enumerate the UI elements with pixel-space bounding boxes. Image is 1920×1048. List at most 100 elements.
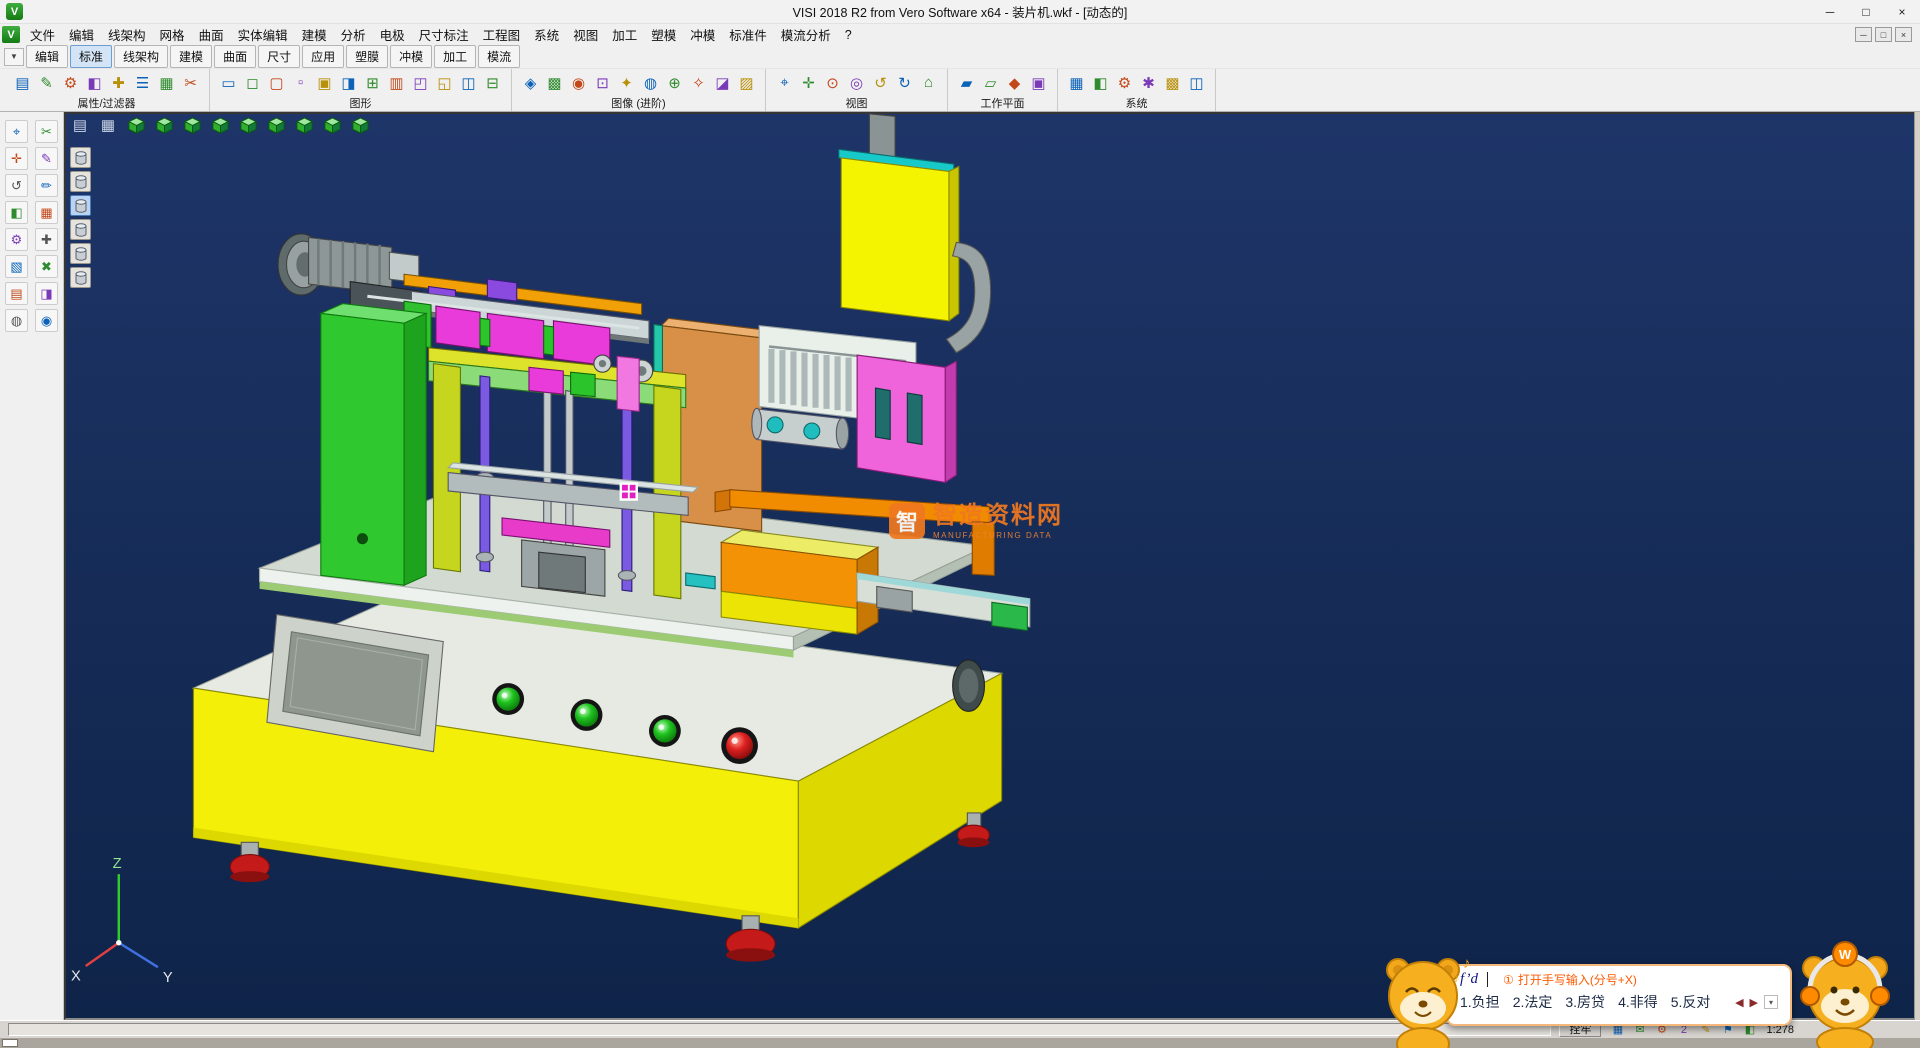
toolbar-icon-button[interactable]: ⊙: [821, 71, 844, 94]
menu-item[interactable]: 分析: [334, 23, 373, 46]
layer-stack-icon[interactable]: [70, 219, 91, 240]
toolbar-icon-button[interactable]: ◪: [711, 71, 734, 94]
menu-item[interactable]: 网格: [153, 23, 192, 46]
ribbon-tab[interactable]: 建模: [170, 45, 212, 68]
view-cube-icon[interactable]: [264, 114, 288, 136]
toolbar-icon-button[interactable]: ✂: [179, 71, 202, 94]
layer-stack-icon[interactable]: [70, 147, 91, 168]
menu-item[interactable]: 建模: [295, 23, 334, 46]
ime-candidate[interactable]: 2.法定: [1513, 992, 1553, 1012]
left-tool-icon-button[interactable]: ✚: [35, 228, 58, 251]
ribbon-tab[interactable]: 标准: [70, 45, 112, 68]
menu-item[interactable]: 模流分析: [774, 23, 838, 46]
menu-item[interactable]: 系统: [527, 23, 566, 46]
viewport-3d[interactable]: [64, 112, 1920, 1020]
left-tool-icon-button[interactable]: ↺: [5, 174, 28, 197]
ime-candidate[interactable]: 3.房贷: [1565, 992, 1605, 1012]
menu-item[interactable]: 文件: [23, 23, 62, 46]
toolbar-icon-button[interactable]: ◉: [567, 71, 590, 94]
toolbar-icon-button[interactable]: ◈: [519, 71, 542, 94]
ribbon-tab[interactable]: 冲模: [390, 45, 432, 68]
view-cube-icon[interactable]: [236, 114, 260, 136]
toolbar-icon-button[interactable]: ◫: [1185, 71, 1208, 94]
toolbar-icon-button[interactable]: ⚙: [1113, 71, 1136, 94]
left-tool-icon-button[interactable]: ◉: [35, 309, 58, 332]
left-tool-icon-button[interactable]: ⚙: [5, 228, 28, 251]
toolbar-icon-button[interactable]: ◫: [457, 71, 480, 94]
toolbar-icon-button[interactable]: ▰: [955, 71, 978, 94]
toolbar-icon-button[interactable]: ✱: [1137, 71, 1160, 94]
menu-item[interactable]: 编辑: [62, 23, 101, 46]
menu-item[interactable]: 冲模: [683, 23, 722, 46]
layer-stack-icon[interactable]: [70, 267, 91, 288]
menu-item[interactable]: ?: [838, 26, 859, 44]
left-tool-icon-button[interactable]: ✖: [35, 255, 58, 278]
mdi-minimize-button[interactable]: ─: [1855, 27, 1872, 42]
menu-item[interactable]: 工程图: [476, 23, 528, 46]
toolbar-icon-button[interactable]: ⊡: [591, 71, 614, 94]
toolbar-icon-button[interactable]: ◱: [433, 71, 456, 94]
ribbon-tab[interactable]: 应用: [302, 45, 344, 68]
menu-item[interactable]: 标准件: [722, 23, 774, 46]
toolbar-icon-button[interactable]: ◰: [409, 71, 432, 94]
view-grid-icon[interactable]: ▦: [96, 114, 120, 136]
next-page-icon[interactable]: ▶: [1750, 996, 1758, 1009]
toolbar-icon-button[interactable]: ◧: [1089, 71, 1112, 94]
toolbar-icon-button[interactable]: ⌂: [917, 71, 940, 94]
left-tool-icon-button[interactable]: ✏: [35, 174, 58, 197]
menu-item[interactable]: 实体编辑: [231, 23, 295, 46]
left-tool-icon-button[interactable]: ✂: [35, 120, 58, 143]
ime-hint[interactable]: ① 打开手写输入(分号+X): [1503, 971, 1637, 988]
ime-candidate[interactable]: 5.反对: [1671, 992, 1711, 1012]
layer-stack-icon[interactable]: [70, 171, 91, 192]
menu-item[interactable]: 曲面: [192, 23, 231, 46]
ribbon-tab[interactable]: 编辑: [26, 45, 68, 68]
left-tool-icon-button[interactable]: ✎: [35, 147, 58, 170]
toolbar-icon-button[interactable]: ◎: [845, 71, 868, 94]
left-tool-icon-button[interactable]: ◨: [35, 282, 58, 305]
left-tool-icon-button[interactable]: ◧: [5, 201, 28, 224]
toolbar-icon-button[interactable]: ▩: [1161, 71, 1184, 94]
toolbar-icon-button[interactable]: ⊞: [361, 71, 384, 94]
view-list-icon[interactable]: ▤: [68, 114, 92, 136]
left-tool-icon-button[interactable]: ▤: [5, 282, 28, 305]
toolbar-icon-button[interactable]: ▣: [313, 71, 336, 94]
close-button[interactable]: ×: [1884, 0, 1920, 23]
toolbar-icon-button[interactable]: ↻: [893, 71, 916, 94]
toolbar-icon-button[interactable]: ☰: [131, 71, 154, 94]
toolbar-icon-button[interactable]: ▩: [543, 71, 566, 94]
left-tool-icon-button[interactable]: ▦: [35, 201, 58, 224]
menu-item[interactable]: 尺寸标注: [412, 23, 476, 46]
ribbon-tab[interactable]: 加工: [434, 45, 476, 68]
minimize-button[interactable]: ─: [1812, 0, 1848, 23]
view-cube-icon[interactable]: [292, 114, 316, 136]
view-cube-icon[interactable]: [180, 114, 204, 136]
menu-item[interactable]: 视图: [566, 23, 605, 46]
menu-item[interactable]: 加工: [605, 23, 644, 46]
left-tool-icon-button[interactable]: ✛: [5, 147, 28, 170]
ribbon-tab[interactable]: 模流: [478, 45, 520, 68]
view-cube-icon[interactable]: [348, 114, 372, 136]
view-cube-icon[interactable]: [320, 114, 344, 136]
tab-dropdown-button[interactable]: ▼: [4, 48, 24, 66]
toolbar-icon-button[interactable]: ◨: [337, 71, 360, 94]
ribbon-tab[interactable]: 线架构: [114, 45, 168, 68]
ime-candidate[interactable]: 4.非得: [1618, 992, 1658, 1012]
mdi-close-button[interactable]: ×: [1895, 27, 1912, 42]
toolbar-icon-button[interactable]: ▭: [217, 71, 240, 94]
left-tool-icon-button[interactable]: ◍: [5, 309, 28, 332]
prev-page-icon[interactable]: ◀: [1735, 996, 1743, 1009]
toolbar-icon-button[interactable]: ✦: [615, 71, 638, 94]
ribbon-tab[interactable]: 曲面: [214, 45, 256, 68]
toolbar-icon-button[interactable]: ▣: [1027, 71, 1050, 94]
left-tool-icon-button[interactable]: ⌖: [5, 120, 28, 143]
menu-item[interactable]: 线架构: [101, 23, 153, 46]
toolbar-icon-button[interactable]: ↺: [869, 71, 892, 94]
toolbar-icon-button[interactable]: ⊟: [481, 71, 504, 94]
layer-stack-icon[interactable]: [70, 195, 91, 216]
maximize-button[interactable]: □: [1848, 0, 1884, 23]
toolbar-icon-button[interactable]: ◻: [241, 71, 264, 94]
ime-more-icon[interactable]: ▾: [1764, 995, 1778, 1009]
toolbar-icon-button[interactable]: ⚙: [59, 71, 82, 94]
toolbar-icon-button[interactable]: ▱: [979, 71, 1002, 94]
